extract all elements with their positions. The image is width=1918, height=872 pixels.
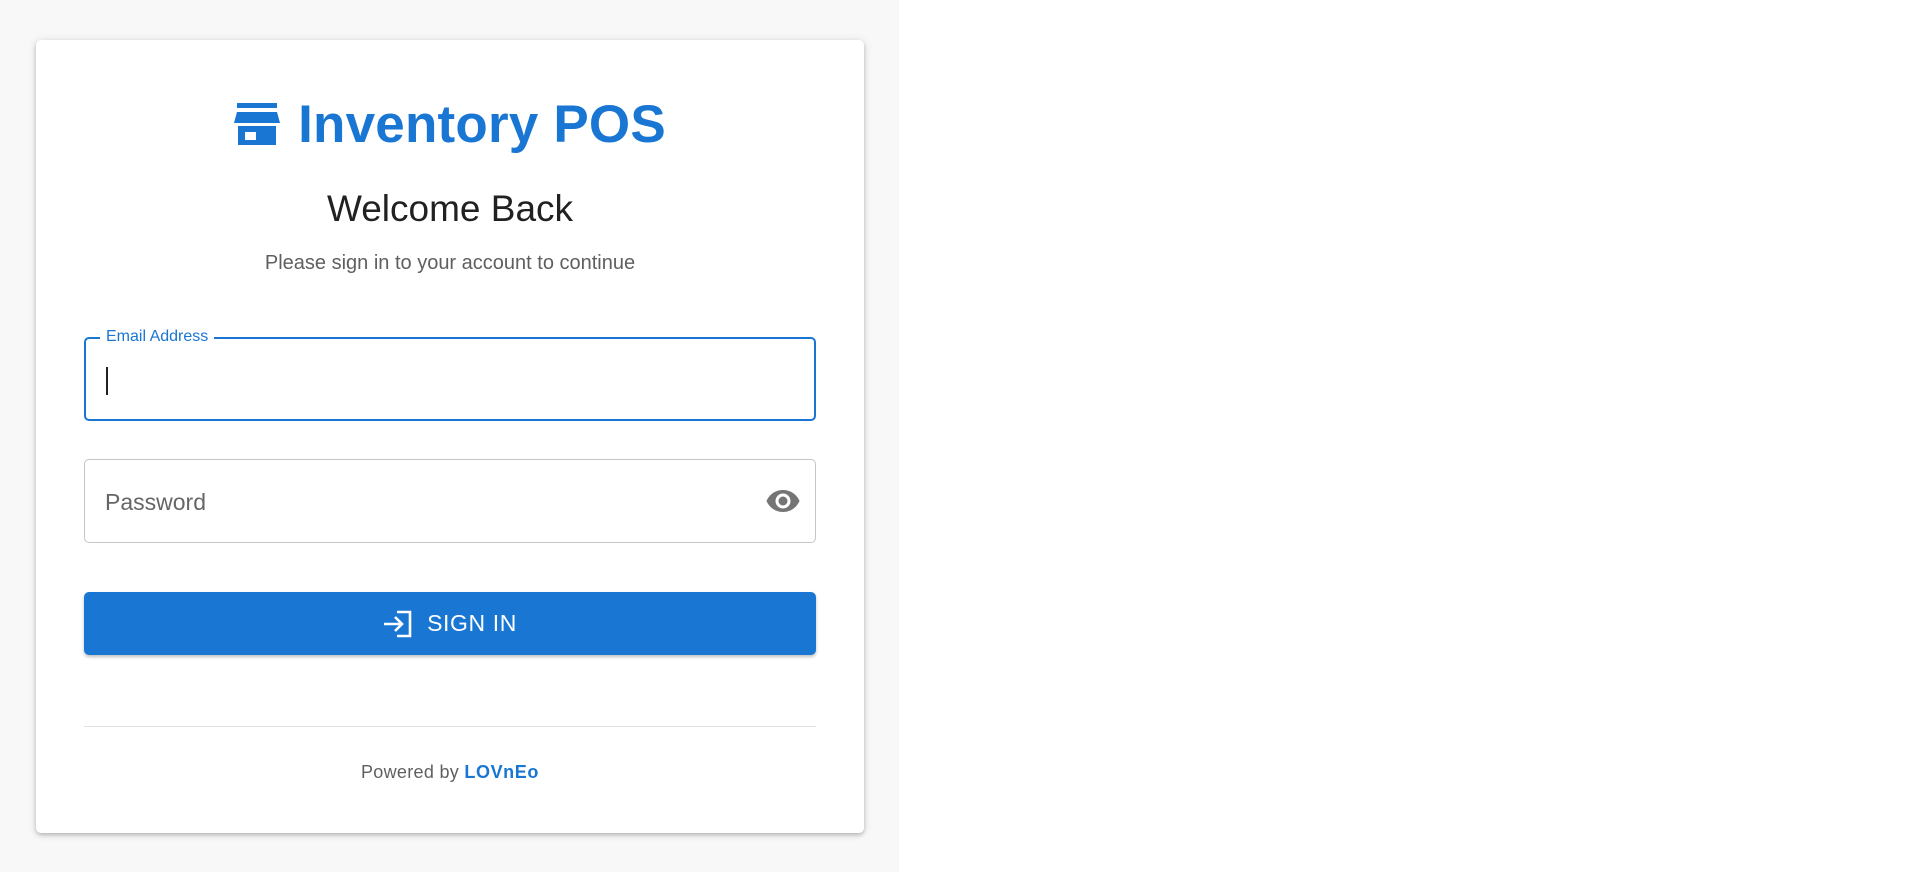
login-card: Inventory POS Welcome Back Please sign i… [36,40,864,833]
storefront-icon [234,103,281,145]
app-title: Inventory POS [298,94,666,154]
sign-in-label: SIGN IN [427,610,517,636]
eye-icon [766,490,800,512]
password-field[interactable] [84,459,816,543]
password-input[interactable] [105,476,745,528]
footer-brand-link[interactable]: LOVnEo [464,762,539,782]
footer-prefix: Powered by [361,762,460,782]
email-input[interactable] [105,353,795,405]
toggle-password-visibility-button[interactable] [765,485,801,517]
email-label: Email Address [100,327,215,347]
app-brand: Inventory POS [36,90,864,158]
login-icon [384,610,412,637]
welcome-heading: Welcome Back [326,188,574,229]
divider [84,726,816,727]
page-background: Inventory POS Welcome Back Please sign i… [0,0,899,872]
text-cursor [106,367,108,395]
email-field[interactable]: Email Address [84,327,816,421]
sign-in-button[interactable]: SIGN IN [84,592,816,655]
footer: Powered by LOVnEo [36,762,864,783]
login-subtitle: Please sign in to your account to contin… [264,252,636,274]
